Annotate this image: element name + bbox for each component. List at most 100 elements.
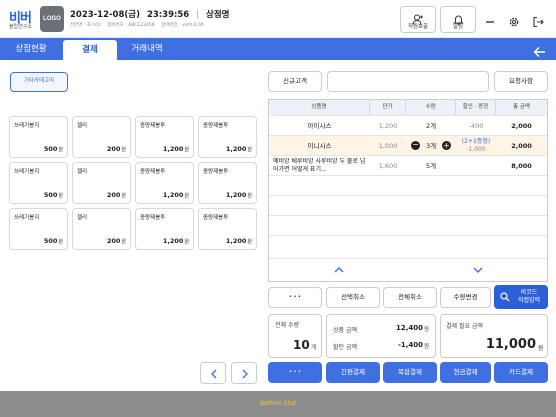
product-card[interactable]: 쓰레기봉지 500원 [9,116,68,158]
product-name: 종량제봉투 [140,123,166,129]
row-name: 아이시스 [307,122,332,130]
prev-page-button[interactable] [200,362,226,384]
product-price-value: 1,200 [225,237,247,245]
search-icon [500,292,510,302]
row-unit-price: 1,200 [378,122,398,130]
product-price: 1,200원 [163,237,189,245]
product-price: 1,200원 [226,237,252,245]
row-name: 이니시스 [307,142,332,150]
tab-transactions[interactable]: 거래내역 [118,38,176,60]
cash-pay-button[interactable]: 현금결제 [440,362,491,383]
chevron-up-icon [334,267,344,273]
tab-bar: 상점현황 결제 거래내역 [0,38,556,60]
product-card[interactable]: 젤리 200원 [72,208,131,250]
scroll-down-button[interactable] [408,259,547,281]
product-price: 200원 [107,237,126,245]
next-page-button[interactable] [231,362,257,384]
row-discount: -400 [468,122,484,130]
product-price-unit: 원 [184,193,189,199]
scroll-up-button[interactable] [269,259,408,281]
device-meta: 전번명 : 포스01 장비번호 : ABC123456 장비버전 : ver0.… [70,22,209,28]
more-actions-button[interactable]: • • • [268,287,322,308]
table-row[interactable]: 아이시스 1,200 2개 -400 2,000 [269,115,547,135]
request-button[interactable]: 요청사항 [494,71,548,92]
product-price: 200원 [107,191,126,199]
product-card[interactable]: 종량제봉투 1,200원 [198,208,257,250]
product-price: 1,200원 [163,145,189,153]
card-pay-button[interactable]: 카드결제 [494,362,548,383]
gear-icon[interactable] [508,13,520,27]
product-price-value: 500 [43,145,58,153]
row-qty: 2개 [425,122,437,130]
col-unit-price: 단가 [370,100,406,115]
product-price: 500원 [44,237,63,245]
row-discount-amount: -1,000 [466,146,486,153]
device-version: 장비버전 : ver0.0.00 [161,23,204,28]
change-qty-button[interactable]: 수량변경 [440,287,491,308]
product-name: 종량제봉투 [203,123,229,129]
chevron-down-icon [473,267,483,273]
staff-call-icon [401,7,435,25]
product-price-unit: 원 [247,239,252,245]
divider [269,215,547,216]
product-name: 젤리 [77,123,88,129]
product-card[interactable]: 종량제봉투 1,200원 [198,116,257,158]
discount-amount-value: -1,400 [397,341,423,349]
product-price-unit: 원 [247,193,252,199]
payment-needed-box: 결제 필요 금액 11,000 원 [440,314,548,358]
row-total: 2,000 [511,122,532,130]
tab-store-status[interactable]: 상점현황 [0,38,62,60]
table-row-selected[interactable]: 이니시스 1,000 − 3개 + (2+1증정) -1,000 2,000 [269,135,547,155]
minimize-icon[interactable] [484,13,496,25]
minus-icon[interactable]: − [411,141,420,150]
select-cancel-button[interactable]: 선택취소 [326,287,380,308]
won-unit: 원 [424,327,430,333]
top-bar: 비버 블랍연구소 LOGO 2023-12-08(금) 23:39:56 | 상… [0,0,556,38]
bottom-status-bar: Bottom Stat [0,391,556,417]
more-payments-button[interactable]: • • • [268,362,322,383]
plus-icon[interactable]: + [442,141,451,150]
product-card[interactable]: 종량제봉투 1,200원 [135,116,194,158]
chevron-right-icon [242,369,248,379]
cancel-all-button[interactable]: 전체취소 [383,287,437,308]
product-price-value: 500 [43,191,58,199]
product-price-value: 200 [106,237,121,245]
product-card[interactable]: 종량제봉투 1,200원 [198,162,257,204]
product-card[interactable]: 쓰레기봉지 500원 [9,162,68,204]
back-arrow-icon[interactable] [533,43,546,57]
total-qty-box: 전체 수량 10 개 [268,314,322,358]
barcode-input-button[interactable]: 바코드 직접입력 [494,285,548,309]
logout-icon[interactable] [532,13,544,28]
row-discount-promo: (2+1증정) [461,138,491,145]
product-card[interactable]: 종량제봉투 1,200원 [135,162,194,204]
alarm-button[interactable]: 알림 [440,6,476,33]
product-price-value: 1,200 [225,191,247,199]
product-card[interactable]: 젤리 200원 [72,116,131,158]
mixed-pay-button[interactable]: 복합결제 [383,362,437,383]
amount-box: 상품 금액 12,400 원 할인 금액 -1,400 원 [326,314,436,358]
call-staff-button[interactable]: 직원호출 [400,6,436,33]
product-card[interactable]: 종량제봉투 1,200원 [135,208,194,250]
tab-payment[interactable]: 결제 [63,40,117,60]
category-button[interactable]: 기타카테고리 [10,72,68,92]
product-name: 종량제봉투 [203,169,229,175]
payment-needed-label: 결제 필요 금액 [446,323,483,330]
customer-input[interactable] [327,71,489,92]
new-customer-button[interactable]: 신규고객 [268,71,322,92]
terminal-name: 전번명 : 포스01 [70,23,101,28]
product-card[interactable]: 쓰레기봉지 500원 [9,208,68,250]
product-price-unit: 원 [121,239,126,245]
store-logo: LOGO [40,6,64,32]
datetime-store: 2023-12-08(금) 23:39:56 | 상점명 [70,8,230,20]
brand-logo: 비버 블랍연구소 [9,7,35,31]
product-price-value: 1,200 [162,191,184,199]
divider [269,195,547,196]
product-price-unit: 원 [121,147,126,153]
col-discount: 할인 · 증정 [456,100,496,115]
simple-pay-button[interactable]: 간편결제 [326,362,380,383]
row-qty-stepper: − 3개 + [406,136,456,156]
product-price-unit: 원 [121,193,126,199]
product-card[interactable]: 젤리 200원 [72,162,131,204]
date-text: 2023-12-08(금) [70,10,140,20]
table-row[interactable]: 예비앙 베루비앙 사루비앙 두 줄로 넘어가면 어떻게 표기... 1,600 … [269,155,547,175]
